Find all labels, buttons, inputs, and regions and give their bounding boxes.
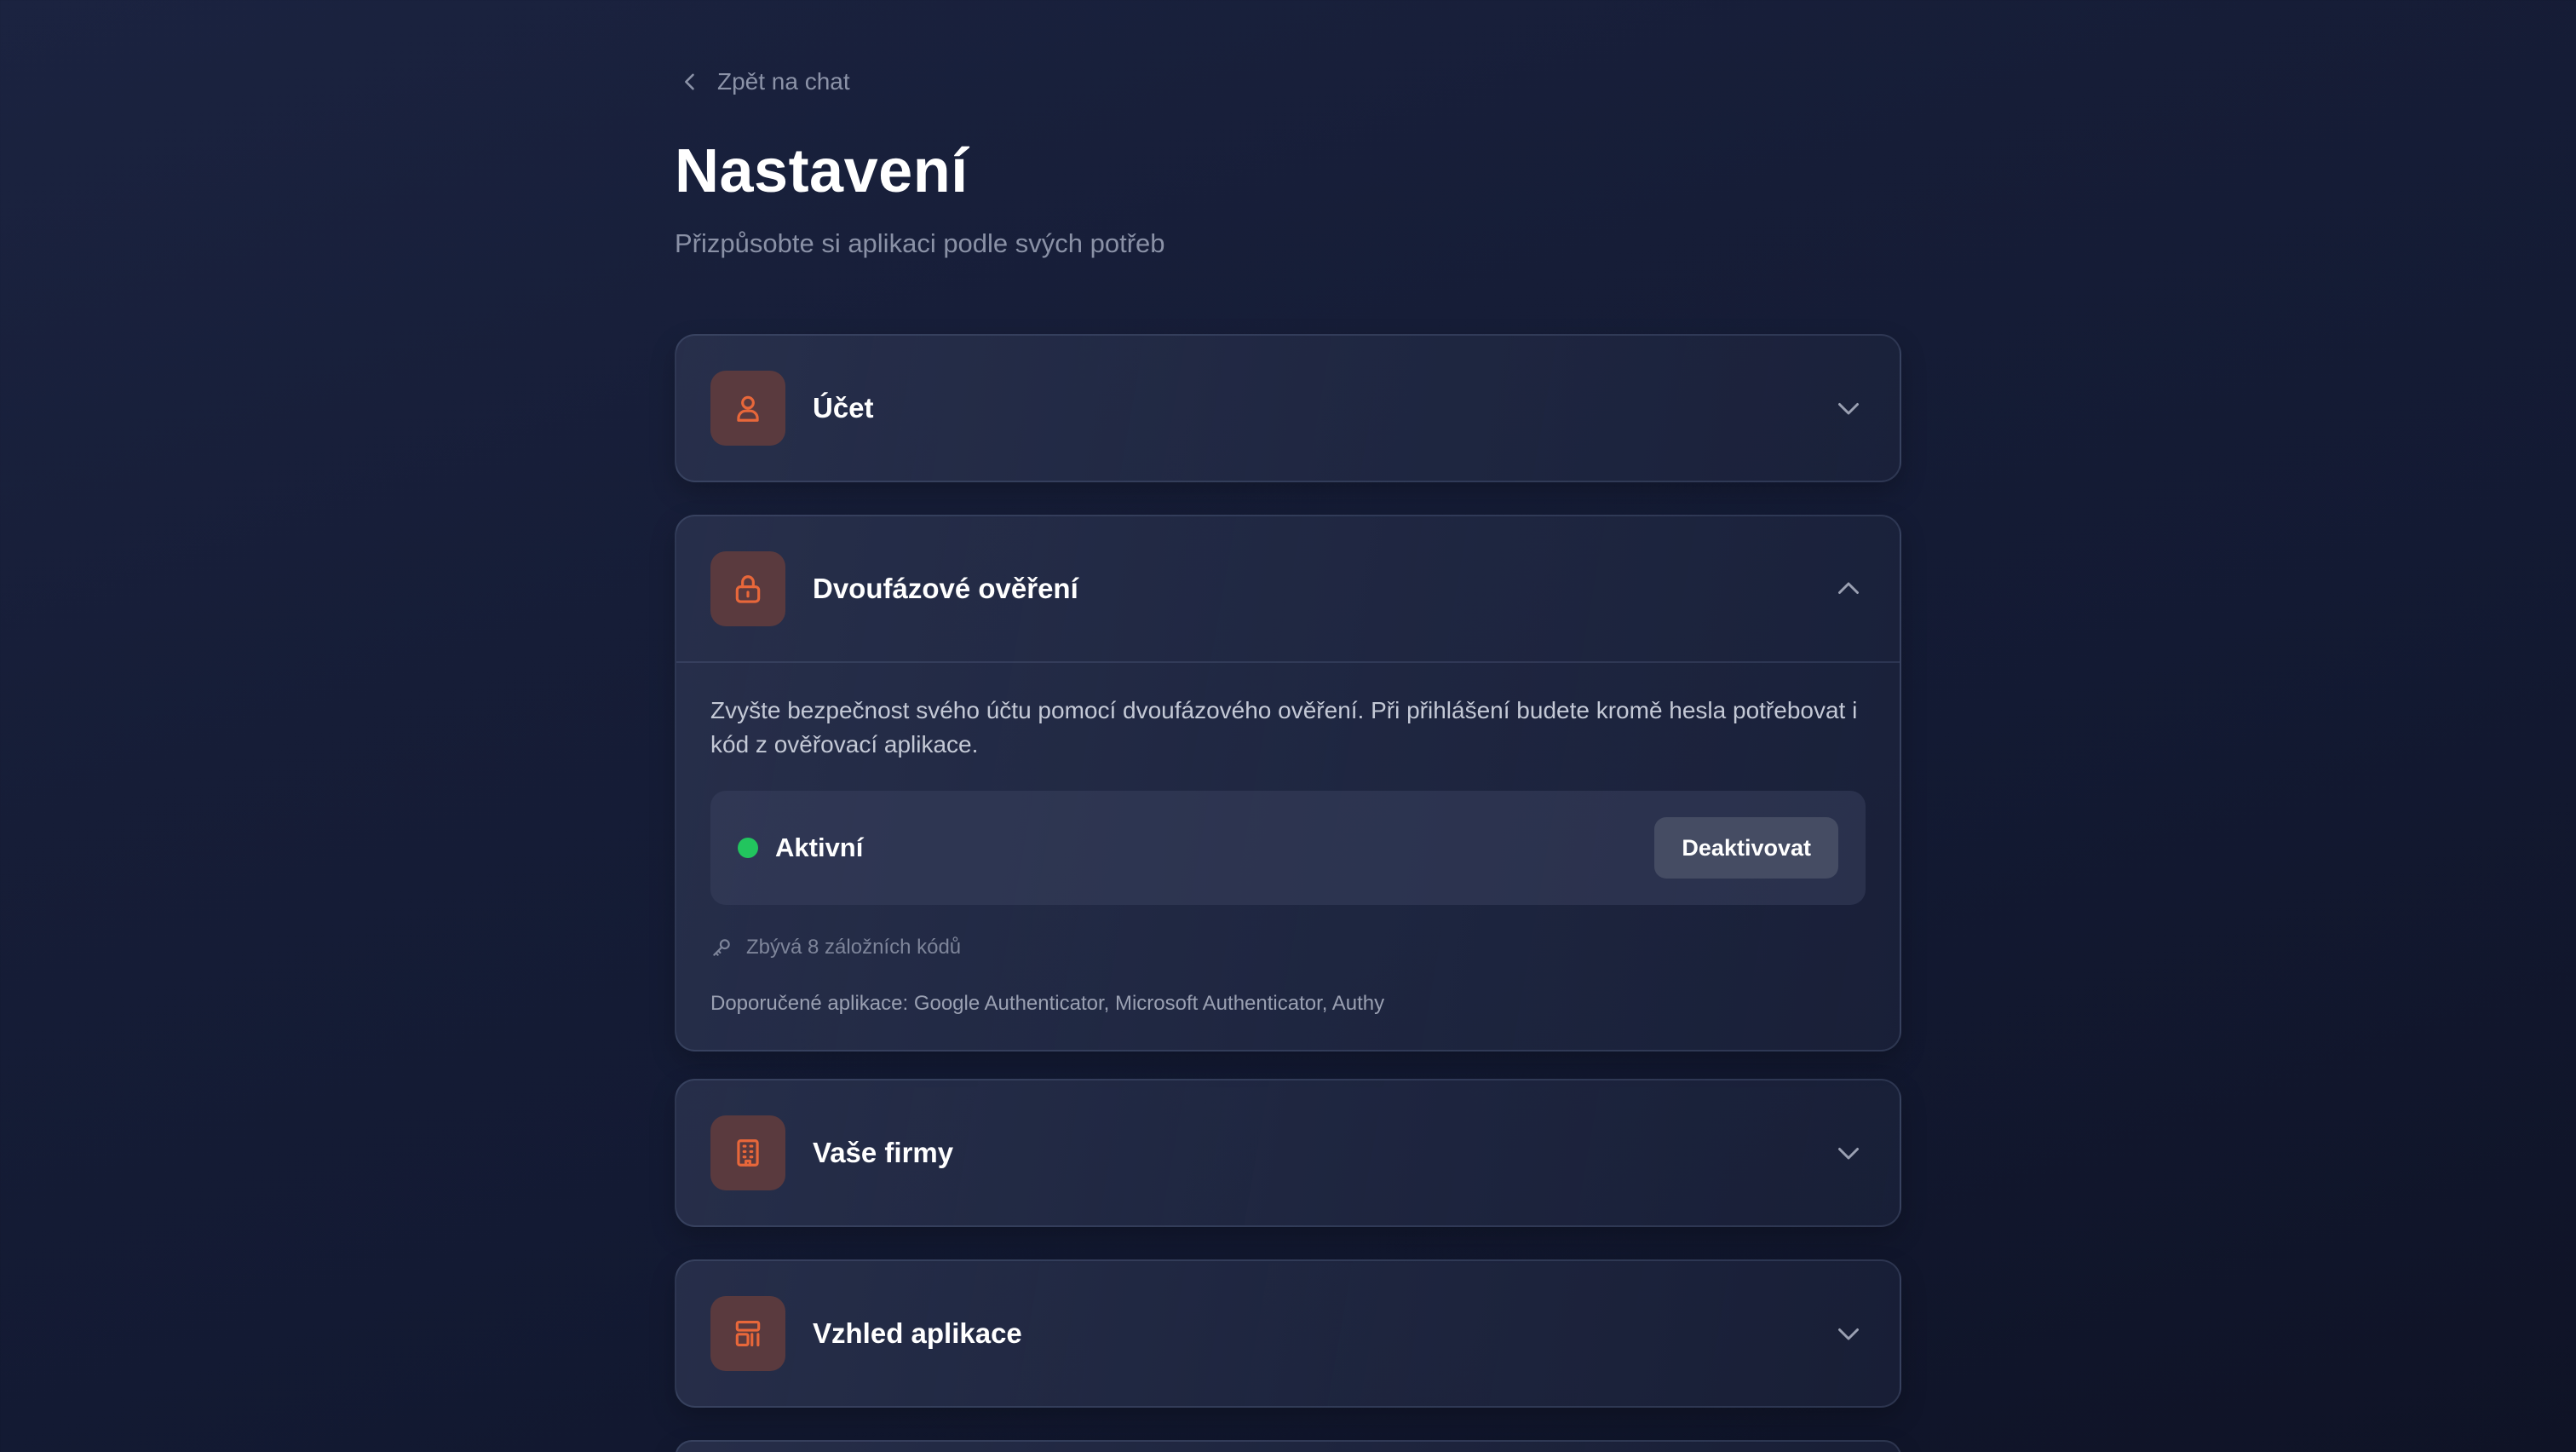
back-link-label: Zpět na chat: [717, 68, 850, 95]
backup-codes-text: Zbývá 8 záložních kódů: [746, 936, 962, 959]
section-companies: Vaše firmy: [675, 1079, 1901, 1227]
status-indicator-dot: [738, 838, 758, 858]
building-icon: [737, 1139, 759, 1167]
section-companies-header[interactable]: Vaše firmy: [676, 1080, 1900, 1225]
chevron-down-icon[interactable]: [1833, 1318, 1864, 1349]
section-two-factor-body: Zvyšte bezpečnost svého účtu pomocí dvou…: [676, 661, 1900, 1050]
section-title: Dvoufázové ověření: [813, 573, 1078, 604]
recommended-apps-text: Doporučené aplikace: Google Authenticato…: [710, 992, 1385, 1015]
appearance-icon-badge: [710, 1296, 785, 1371]
section-two-factor: Dvoufázové ověření Zvyšte bezpečnost své…: [675, 515, 1901, 1052]
chevron-up-icon[interactable]: [1833, 573, 1864, 604]
backup-codes-info: Zbývá 8 záložních kódů: [710, 936, 1866, 959]
section-title: Vaše firmy: [813, 1137, 954, 1168]
two-factor-description: Zvyšte bezpečnost svého účtu pomocí dvou…: [710, 697, 1858, 758]
chevron-left-icon: [685, 73, 694, 90]
lock-icon: [735, 575, 761, 603]
key-icon: [713, 939, 730, 956]
page-subtitle: Přizpůsobte si aplikaci podle svých potř…: [675, 228, 1165, 258]
section-account: Účet: [675, 334, 1901, 482]
layout-icon: [735, 1320, 761, 1347]
page-title: Nastavení: [675, 137, 969, 205]
chevron-down-icon[interactable]: [1833, 1138, 1864, 1168]
section-appearance: Vzhled aplikace: [675, 1259, 1901, 1408]
back-to-chat-link[interactable]: Zpět na chat: [678, 68, 850, 95]
chevron-down-icon[interactable]: [1833, 393, 1864, 424]
two-factor-status-panel: Aktivní Deaktivovat: [710, 791, 1866, 905]
account-icon-badge: [710, 371, 785, 446]
section-title: Účet: [813, 392, 874, 424]
companies-icon-badge: [710, 1115, 785, 1190]
user-icon: [737, 395, 759, 422]
deactivate-button[interactable]: Deaktivovat: [1654, 817, 1838, 879]
status-label: Aktivní: [775, 833, 864, 862]
section-appearance-header[interactable]: Vzhled aplikace: [676, 1261, 1900, 1406]
section-next-partial: [675, 1440, 1901, 1452]
section-account-header[interactable]: Účet: [676, 336, 1900, 481]
two-factor-icon-badge: [710, 551, 785, 626]
section-title: Vzhled aplikace: [813, 1317, 1022, 1349]
section-two-factor-header[interactable]: Dvoufázové ověření: [676, 516, 1900, 661]
